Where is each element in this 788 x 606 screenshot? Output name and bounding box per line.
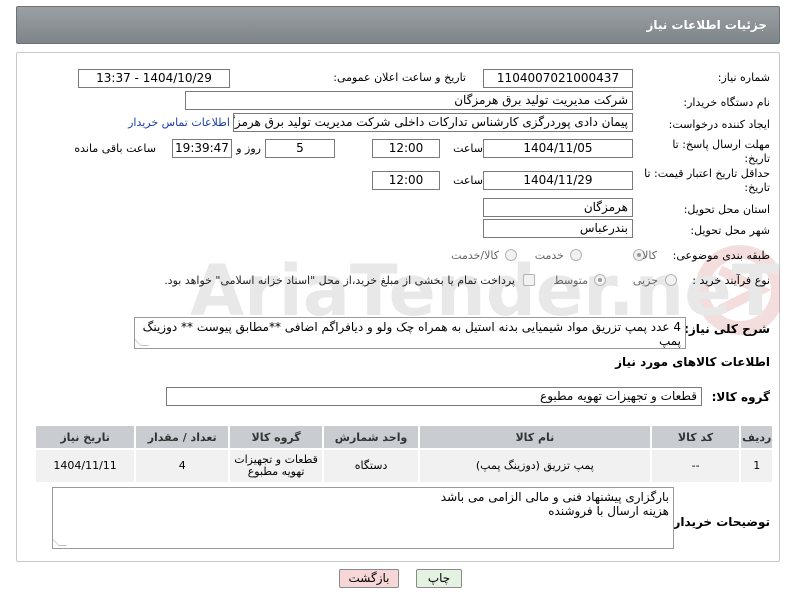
goods-table: ردیف کد کالا نام کالا واحد شمارش گروه کا… bbox=[33, 424, 774, 484]
process-radio-medium[interactable] bbox=[594, 274, 606, 286]
category-option-service: خدمت bbox=[534, 249, 564, 262]
deadline-time-label: ساعت bbox=[453, 142, 483, 155]
category-option-goods-service: کالا/خدمت bbox=[451, 249, 499, 262]
category-radio-service[interactable] bbox=[570, 249, 582, 261]
category-radio-goods-service[interactable] bbox=[505, 249, 517, 261]
category-label: طبقه بندی موضوعی: bbox=[672, 249, 770, 262]
col-unit-header: واحد شمارش bbox=[322, 424, 421, 450]
city-label: شهر محل تحویل: bbox=[690, 224, 770, 237]
print-button[interactable]: چاپ bbox=[416, 569, 462, 588]
cell-row: 1 bbox=[739, 448, 774, 484]
goods-section-title: اطلاعات کالاهای مورد نیاز bbox=[615, 355, 770, 369]
creator-label: ایجاد کننده درخواست: bbox=[668, 118, 770, 131]
col-row-header: ردیف bbox=[739, 424, 774, 450]
back-button[interactable]: بازگشت bbox=[339, 569, 399, 588]
col-qty-header: تعداد / مقدار bbox=[134, 424, 231, 450]
buyer-contact-link[interactable]: اطلاعات تماس خریدار bbox=[128, 116, 230, 129]
deadline-label: مهلت ارسال پاسخ: تا تاریخ: bbox=[672, 138, 770, 165]
process-option-medium: متوسط bbox=[553, 274, 588, 287]
buyer-org-field: شرکت مدیریت تولید برق هرمزگان bbox=[185, 91, 633, 110]
buyer-notes-label: توضیحات خریدار: bbox=[668, 515, 770, 529]
panel-header: جزئیات اطلاعات نیاز bbox=[16, 6, 780, 44]
cell-qty: 4 bbox=[134, 448, 231, 484]
buyer-notes-textarea[interactable]: بارگزاری پیشنهاد فنی و مالی الزامی می با… bbox=[52, 487, 674, 549]
deadline-date-field: 1404/11/05 bbox=[483, 139, 633, 158]
table-row: 1 -- پمپ تزریق (دوزینگ پمپ) دستگاه قطعات… bbox=[33, 448, 774, 484]
need-number-field: 1104007021000437 bbox=[483, 69, 633, 88]
page-title: جزئیات اطلاعات نیاز bbox=[646, 18, 767, 32]
validity-time-label: ساعت bbox=[453, 174, 483, 187]
cell-group: قطعات و تجهیزات تهویه مطبوع bbox=[228, 448, 325, 484]
remaining-time-label: ساعت باقی مانده bbox=[74, 142, 156, 155]
resize-grip-icon[interactable] bbox=[53, 538, 67, 546]
price-validity-label: حداقل تاریخ اعتبار قیمت: تا تاریخ: bbox=[644, 167, 770, 194]
need-number-label: شماره نیاز: bbox=[717, 71, 770, 84]
treasury-payment-checkbox[interactable] bbox=[523, 274, 535, 286]
cell-date: 1404/11/11 bbox=[33, 448, 137, 484]
remaining-time-field: 19:39:47 bbox=[172, 139, 232, 158]
process-type-label: نوع فرآیند خرید : bbox=[692, 274, 770, 287]
description-textarea[interactable]: 4 عدد پمپ تزریق مواد شیمیایی بدنه استیل … bbox=[134, 317, 686, 349]
col-group-header: گروه کالا bbox=[228, 424, 325, 450]
goods-table-header-row: ردیف کد کالا نام کالا واحد شمارش گروه کا… bbox=[33, 424, 774, 450]
announce-field: 1404/10/29 - 13:37 bbox=[78, 69, 230, 88]
col-date-header: تاریخ نیاز bbox=[33, 424, 137, 450]
validity-time-field: 12:00 bbox=[372, 171, 440, 190]
days-remaining-field: 5 bbox=[265, 139, 335, 158]
creator-field: پیمان دادی پوردرگزی کارشناس تدارکات داخل… bbox=[233, 113, 633, 132]
goods-group-field: قطعات و تجهیزات تهویه مطبوع bbox=[166, 387, 702, 406]
buyer-notes-line-2: هزینه ارسال با فروشنده bbox=[548, 504, 669, 518]
cell-name: پمپ تزریق (دوزینگ پمپ) bbox=[418, 448, 652, 484]
process-radio-minor[interactable] bbox=[665, 274, 677, 286]
days-label: روز و bbox=[236, 142, 261, 155]
resize-grip-icon[interactable] bbox=[135, 338, 149, 346]
buyer-org-label: نام دستگاه خریدار: bbox=[683, 96, 770, 109]
province-field: هرمزگان bbox=[483, 198, 633, 217]
process-option-minor: جزیی bbox=[632, 274, 658, 287]
treasury-payment-note: پرداخت تمام یا بخشی از مبلغ خرید،از محل … bbox=[164, 274, 515, 287]
category-option-goods: کالا bbox=[642, 249, 657, 262]
col-code-header: کد کالا bbox=[649, 424, 742, 450]
deadline-time-field: 12:00 bbox=[372, 139, 440, 158]
validity-date-field: 1404/11/29 bbox=[483, 171, 633, 190]
col-name-header: نام کالا bbox=[418, 424, 652, 450]
cell-code: -- bbox=[649, 448, 742, 484]
buyer-notes-line-1: بارگزاری پیشنهاد فنی و مالی الزامی می با… bbox=[440, 490, 669, 504]
city-field: بندرعباس bbox=[483, 219, 633, 238]
description-label: شرح کلی نیاز: bbox=[684, 322, 770, 336]
announce-label: تاریخ و ساعت اعلان عمومی: bbox=[333, 71, 466, 84]
description-text: 4 عدد پمپ تزریق مواد شیمیایی بدنه استیل … bbox=[142, 320, 681, 348]
cell-unit: دستگاه bbox=[322, 448, 421, 484]
goods-group-label: گروه کالا: bbox=[711, 390, 770, 404]
province-label: استان محل تحویل: bbox=[683, 203, 770, 216]
